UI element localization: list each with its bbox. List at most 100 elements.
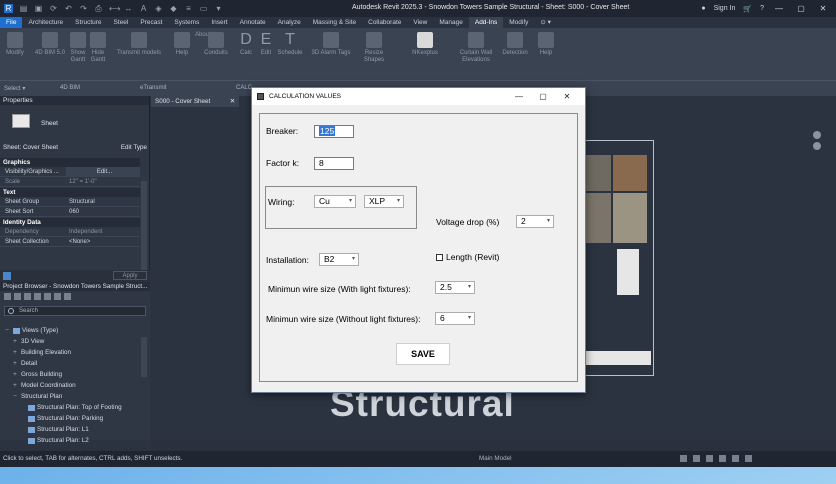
ribbon-options-icon[interactable]: ⊙ ▾ (534, 17, 557, 28)
tree-item[interactable]: Structural Plan: L2 (0, 435, 140, 446)
dialog-close-button[interactable]: ✕ (555, 90, 579, 103)
sync-icon[interactable]: ⟳ (49, 4, 58, 13)
worksets-icon[interactable] (680, 455, 687, 462)
nkexplus-tool[interactable]: NKexplus (408, 32, 442, 57)
factor-k-input[interactable]: 8 (314, 157, 354, 170)
transmit-models-tool[interactable]: Transmit models (114, 32, 164, 57)
tab-steel[interactable]: Steel (108, 17, 135, 28)
minimize-button[interactable]: — (772, 4, 786, 13)
show-gantt-tool[interactable]: Show Gantt (70, 32, 86, 64)
tree-item[interactable]: + Model Coordination (0, 380, 140, 391)
edit-type-button[interactable]: Edit Type (121, 144, 147, 154)
calc-tool[interactable]: D Calc (236, 32, 256, 57)
tab-file[interactable]: File (0, 17, 23, 28)
visibility-edit-button[interactable]: Edit... (66, 167, 140, 176)
tag-icon[interactable]: A (139, 4, 148, 13)
selection-links-icon[interactable] (706, 455, 713, 462)
tab-analyze[interactable]: Analyze (272, 17, 307, 28)
properties-scrollbar[interactable] (141, 181, 147, 271)
browser-tool-icon[interactable] (34, 293, 41, 300)
thin-lines-icon[interactable]: ≡ (184, 4, 193, 13)
view-tab[interactable]: S000 - Cover Sheet ✕ (151, 96, 239, 107)
3d-view-icon[interactable]: ◈ (154, 4, 163, 13)
tree-item[interactable]: − Structural Plan (0, 391, 140, 402)
tree-item[interactable]: + Building Elevation (0, 347, 140, 358)
save-button[interactable]: SAVE (396, 343, 450, 365)
tab-modify[interactable]: Modify (503, 17, 534, 28)
tab-insert[interactable]: Insert (205, 17, 233, 28)
tab-systems[interactable]: Systems (168, 17, 205, 28)
tab-precast[interactable]: Precast (134, 17, 168, 28)
help-tool[interactable]: Help (173, 32, 191, 57)
cart-icon[interactable]: 🛒 (743, 5, 752, 13)
tab-manage[interactable]: Manage (433, 17, 469, 28)
tree-item[interactable]: +3D View (0, 336, 140, 347)
wiring-insulation-select[interactable]: XLP ▾ (364, 195, 404, 208)
tree-item[interactable]: + Detail (0, 358, 140, 369)
schedule-tool[interactable]: T Schedule (276, 32, 304, 57)
user-icon[interactable]: ● (701, 5, 705, 12)
dimension-icon[interactable]: ↔ (124, 4, 133, 13)
tree-item[interactable]: Structural Plan: Parking (0, 413, 140, 424)
conduits-tool[interactable]: Conduits (198, 32, 234, 57)
3d-alarm-tags-tool[interactable]: 3D Alarm Tags (308, 32, 354, 57)
4d-bim-tool[interactable]: 4D BIM 5.0 (33, 32, 67, 57)
dialog-maximize-button[interactable]: ▢ (531, 90, 555, 103)
browser-tool-icon[interactable] (24, 293, 31, 300)
section-icon[interactable]: ◆ (169, 4, 178, 13)
tree-item[interactable]: + Gross Building (0, 369, 140, 380)
hide-gantt-tool[interactable]: Hide Gantt (90, 32, 106, 64)
browser-tool-icon[interactable] (14, 293, 21, 300)
close-view-icon[interactable]: ✕ (230, 96, 235, 107)
resize-shapes-tool[interactable]: Resize Shapes (354, 32, 394, 64)
select-dropdown[interactable]: Select ▾ (4, 85, 25, 92)
redo-icon[interactable]: ↷ (79, 4, 88, 13)
min-wire-nolight-select[interactable]: 6 ▾ (435, 312, 475, 325)
tab-structure[interactable]: Structure (69, 17, 107, 28)
help-tool-2[interactable]: Help (536, 32, 556, 57)
length-revit-checkbox[interactable] (436, 254, 443, 261)
detection-tool[interactable]: Detection (498, 32, 532, 57)
tree-item[interactable]: Structural Plan: Top of Footing (0, 402, 140, 413)
filter-icon[interactable] (745, 455, 752, 462)
category-text[interactable]: Text (0, 188, 140, 197)
switch-windows-icon[interactable]: ▾ (214, 4, 223, 13)
curtain-wall-tool[interactable]: Curtain Wall Elevations (456, 32, 496, 64)
instance-filter[interactable]: Sheet: Cover Sheet (3, 144, 58, 154)
min-wire-light-select[interactable]: 2.5 ▾ (435, 281, 475, 294)
browser-tool-icon[interactable] (44, 293, 51, 300)
tab-annotate[interactable]: Annotate (234, 17, 272, 28)
undo-icon[interactable]: ↶ (64, 4, 73, 13)
installation-select[interactable]: B2 ▾ (319, 253, 359, 266)
revit-logo-icon[interactable]: R (4, 4, 13, 13)
sign-in-link[interactable]: Sign In (714, 5, 736, 12)
print-icon[interactable]: ⎙ (94, 4, 103, 14)
browser-tool-icon[interactable] (64, 293, 71, 300)
browser-search-input[interactable]: Search (4, 306, 146, 316)
steering-wheel-icon[interactable] (813, 131, 821, 139)
selection-underlay-icon[interactable] (719, 455, 726, 462)
browser-tool-icon[interactable] (54, 293, 61, 300)
wiring-material-select[interactable]: Cu ▾ (314, 195, 356, 208)
tab-collaborate[interactable]: Collaborate (362, 17, 407, 28)
close-button[interactable]: ✕ (816, 4, 830, 13)
dialog-minimize-button[interactable]: — (507, 90, 531, 103)
tree-item-views[interactable]: − Views (Type) (0, 325, 140, 336)
help-icon[interactable]: ? (760, 5, 764, 12)
save-icon[interactable]: ▣ (34, 4, 43, 13)
voltage-drop-select[interactable]: 2 ▾ (516, 215, 554, 228)
apply-button[interactable]: Apply (113, 271, 147, 280)
measure-icon[interactable]: ⟷ (109, 4, 120, 13)
properties-help-icon[interactable] (3, 272, 11, 280)
selection-pinned-icon[interactable] (732, 455, 739, 462)
category-graphics[interactable]: Graphics (0, 158, 140, 167)
close-views-icon[interactable]: ▭ (199, 4, 208, 13)
tab-massing-site[interactable]: Massing & Site (307, 17, 362, 28)
zoom-icon[interactable] (813, 142, 821, 150)
maximize-button[interactable]: ▢ (794, 4, 808, 13)
active-model[interactable]: Main Model (479, 451, 512, 467)
design-options-icon[interactable] (693, 455, 700, 462)
open-icon[interactable]: ▤ (19, 4, 28, 13)
tab-add-ins[interactable]: Add-Ins (468, 17, 504, 28)
tree-item[interactable]: Structural Plan: L1 (0, 424, 140, 435)
